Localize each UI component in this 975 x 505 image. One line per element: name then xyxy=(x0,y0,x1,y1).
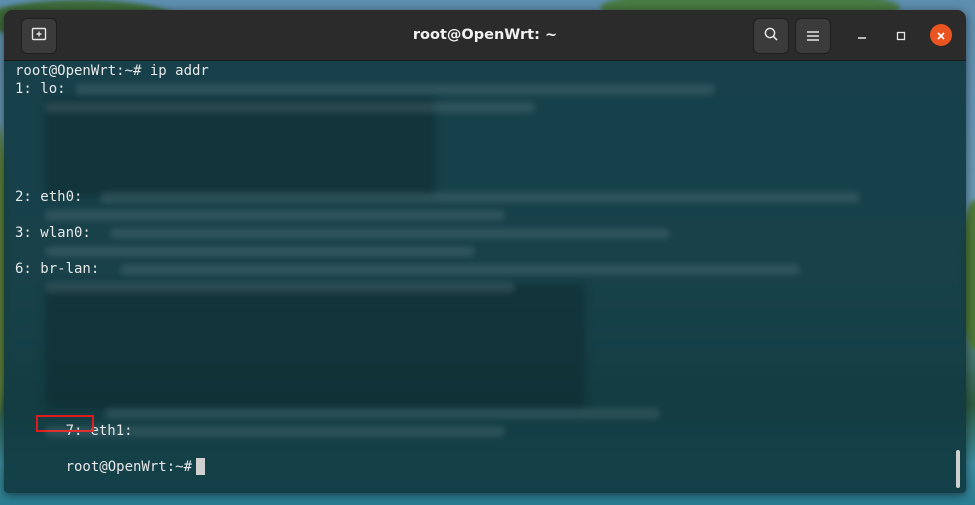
redacted-block xyxy=(45,284,585,409)
redacted-text xyxy=(120,264,800,275)
menu-button[interactable] xyxy=(795,18,831,54)
redacted-text xyxy=(45,282,515,293)
redacted-text xyxy=(45,246,475,257)
terminal-window: root@OpenWrt: ~ root@OpenWrt:~# ip addr … xyxy=(4,10,966,493)
text-cursor xyxy=(196,458,206,475)
maximize-button[interactable] xyxy=(891,25,911,45)
search-icon xyxy=(763,26,779,46)
close-icon xyxy=(936,26,946,45)
redacted-text xyxy=(110,228,670,239)
redacted-text xyxy=(45,210,505,221)
maximize-icon xyxy=(896,26,906,45)
redacted-text xyxy=(45,102,535,113)
redacted-text xyxy=(105,408,660,419)
redacted-text xyxy=(45,426,505,437)
prompt-text: root@OpenWrt:~# xyxy=(65,459,193,475)
minimize-icon xyxy=(857,26,867,45)
interface-eth0: 2: eth0: xyxy=(15,189,83,205)
close-button[interactable] xyxy=(930,24,952,46)
command-line: root@OpenWrt:~# ip addr xyxy=(15,63,209,79)
hamburger-menu-icon xyxy=(806,27,820,46)
minimize-button[interactable] xyxy=(852,25,872,45)
search-button[interactable] xyxy=(753,18,789,54)
redacted-text xyxy=(75,84,715,95)
scrollbar[interactable] xyxy=(956,450,960,488)
interface-lo: 1: lo: xyxy=(15,81,66,97)
interface-br-lan: 6: br-lan: xyxy=(15,261,100,277)
terminal-output[interactable]: root@OpenWrt:~# ip addr 1: lo: 2: eth0: … xyxy=(15,62,946,493)
title-bar: root@OpenWrt: ~ xyxy=(4,10,966,61)
interface-wlan0: 3: wlan0: xyxy=(15,225,91,241)
redacted-text xyxy=(100,192,860,203)
prompt-line[interactable]: root@OpenWrt:~# xyxy=(15,440,206,475)
